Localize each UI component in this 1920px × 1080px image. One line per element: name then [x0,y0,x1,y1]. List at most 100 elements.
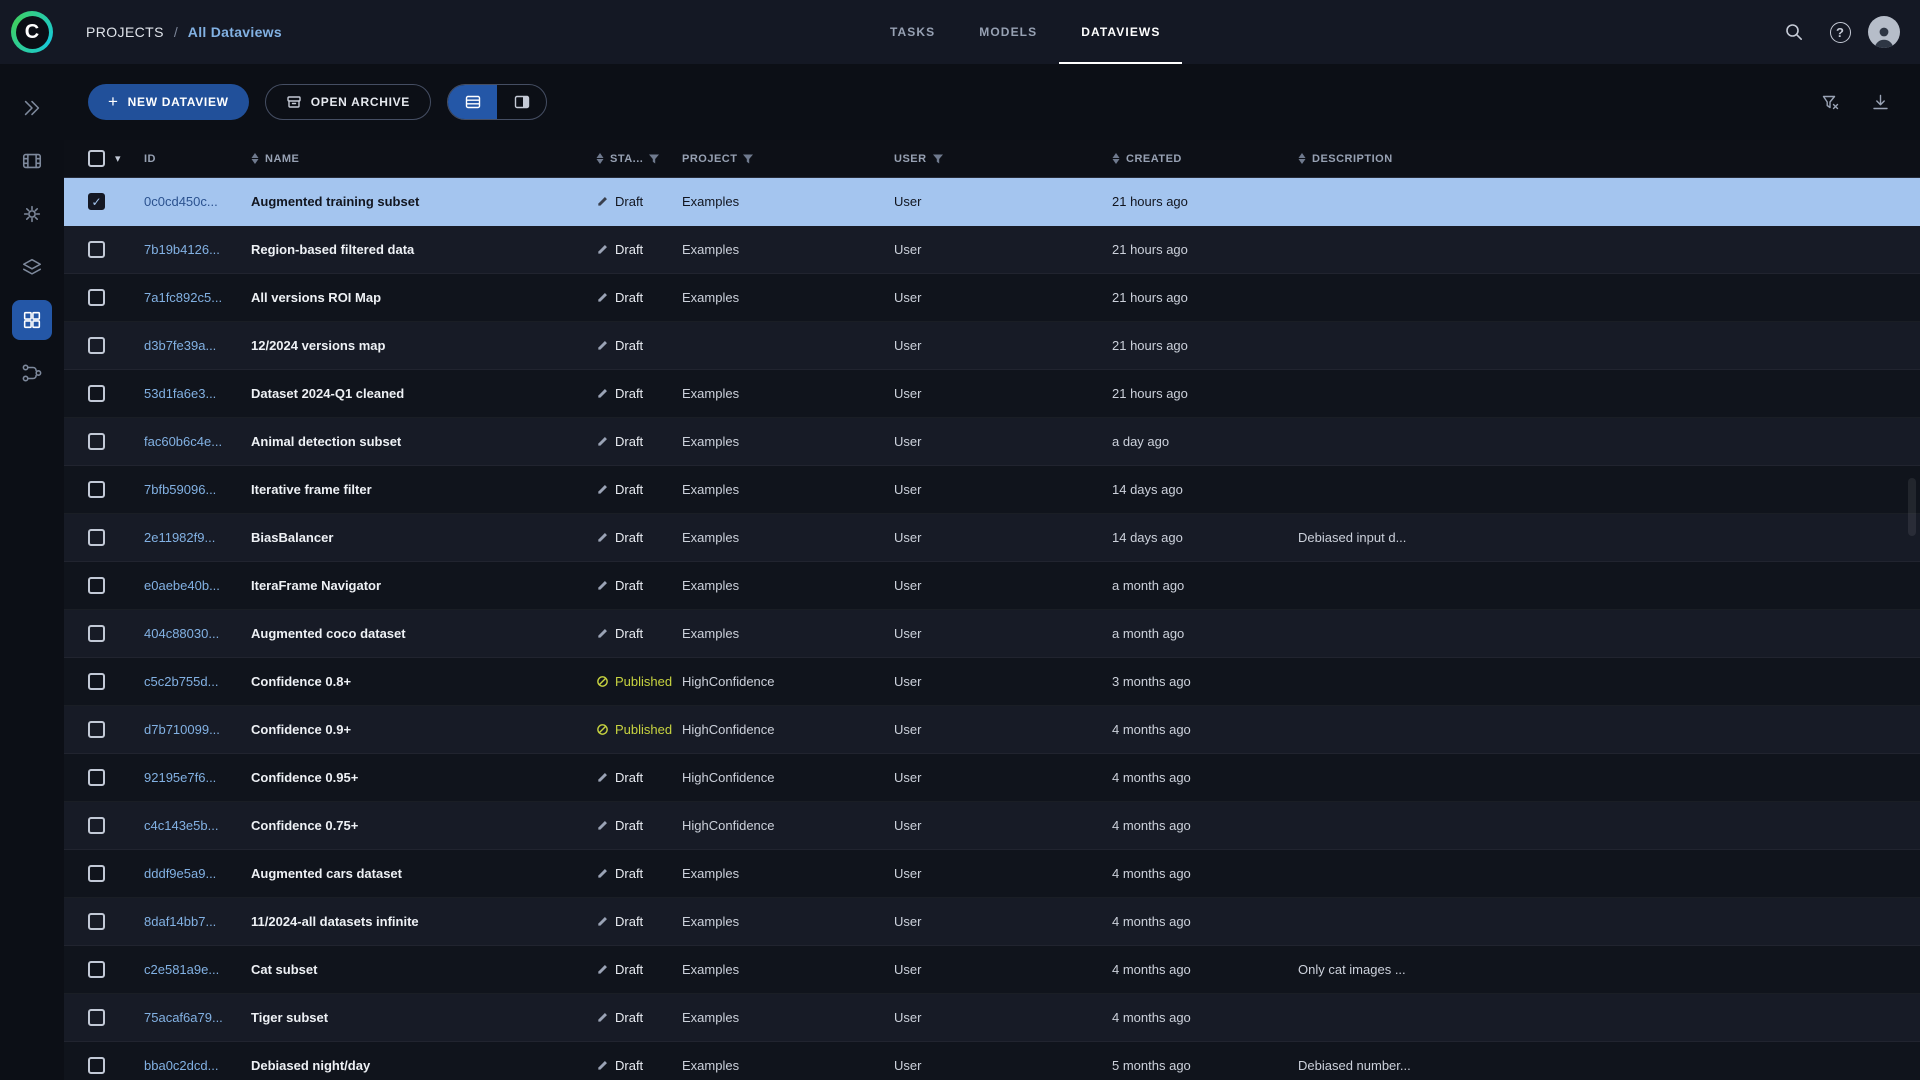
open-archive-button[interactable]: OPEN ARCHIVE [264,84,432,120]
row-checkbox[interactable] [88,625,105,642]
row-checkbox[interactable] [88,721,105,738]
table-row[interactable]: fac60b6c4e... Animal detection subset Dr… [64,418,1920,466]
table-row[interactable]: bba0c2dcd... Debiased night/day Draft Ex… [64,1042,1920,1080]
row-checkbox[interactable] [88,961,105,978]
row-checkbox[interactable] [88,769,105,786]
row-checkbox[interactable] [88,481,105,498]
row-checkbox[interactable] [88,865,105,882]
row-user: User [894,290,922,305]
row-id[interactable]: c4c143e5b... [144,818,251,833]
table-row[interactable]: 7b19b4126... Region-based filtered data … [64,226,1920,274]
row-id[interactable]: e0aebe40b... [144,578,251,593]
tab-models[interactable]: MODELS [957,0,1059,64]
row-checkbox[interactable] [88,529,105,546]
row-checkbox[interactable] [88,289,105,306]
row-checkbox[interactable] [88,577,105,594]
row-created: 21 hours ago [1112,338,1188,353]
filter-clear-icon [1821,93,1840,112]
table-row[interactable]: 2e11982f9... BiasBalancer Draft Examples… [64,514,1920,562]
row-user: User [894,530,922,545]
filter-icon[interactable] [649,154,660,164]
sort-icon[interactable] [251,153,259,164]
breadcrumb-projects[interactable]: PROJECTS [86,24,164,40]
search-button[interactable] [1776,14,1812,50]
split-view-button[interactable] [497,85,546,119]
app-logo[interactable]: C [0,11,64,53]
table-row[interactable]: 404c88030... Augmented coco dataset Draf… [64,610,1920,658]
sort-icon[interactable] [596,153,604,164]
column-header-user[interactable]: USER [894,153,1112,165]
row-checkbox[interactable] [88,433,105,450]
row-id[interactable]: fac60b6c4e... [144,434,251,449]
table-row[interactable]: d3b7fe39a... 12/2024 versions map Draft … [64,322,1920,370]
select-all-checkbox[interactable] [88,150,105,167]
row-id[interactable]: 2e11982f9... [144,530,251,545]
table-row[interactable]: 7bfb59096... Iterative frame filter Draf… [64,466,1920,514]
table-view-button[interactable] [448,85,498,119]
column-header-project[interactable]: PROJECT [682,153,894,165]
table-row[interactable]: 8daf14bb7... 11/2024-all datasets infini… [64,898,1920,946]
sidebar-item-workers[interactable] [12,194,52,234]
tab-dataviews[interactable]: DATAVIEWS [1059,0,1183,64]
sort-icon[interactable] [1112,153,1120,164]
row-checkbox[interactable] [88,1009,105,1026]
row-id[interactable]: c5c2b755d... [144,674,251,689]
table-row[interactable]: c4c143e5b... Confidence 0.75+ Draft High… [64,802,1920,850]
draft-pencil-icon [596,195,609,208]
row-checkbox[interactable] [88,385,105,402]
row-checkbox[interactable] [88,817,105,834]
column-header-status[interactable]: STA... [596,153,682,165]
table-row[interactable]: c5c2b755d... Confidence 0.8+ Published H… [64,658,1920,706]
select-dropdown-caret-icon[interactable]: ▾ [115,152,121,165]
row-checkbox[interactable] [88,241,105,258]
table-row[interactable]: 75acaf6a79... Tiger subset Draft Example… [64,994,1920,1042]
row-id[interactable]: 8daf14bb7... [144,914,251,929]
row-id[interactable]: 7b19b4126... [144,242,251,257]
table-row[interactable]: dddf9e5a9... Augmented cars dataset Draf… [64,850,1920,898]
sidebar-item-frames[interactable] [12,141,52,181]
row-checkbox[interactable] [88,1057,105,1074]
row-checkbox[interactable]: ✓ [88,193,105,210]
row-id[interactable]: c2e581a9e... [144,962,251,977]
row-checkbox[interactable] [88,337,105,354]
table-row[interactable]: 53d1fa6e3... Dataset 2024-Q1 cleaned Dra… [64,370,1920,418]
sidebar-item-dataviews[interactable] [12,300,52,340]
tab-tasks[interactable]: TASKS [868,0,957,64]
column-header-name[interactable]: NAME [251,153,596,165]
scrollbar-thumb[interactable] [1908,478,1916,536]
help-button[interactable]: ? [1822,14,1858,50]
row-id[interactable]: d7b710099... [144,722,251,737]
row-id[interactable]: d3b7fe39a... [144,338,251,353]
sidebar-item-datasets[interactable] [12,247,52,287]
row-id[interactable]: 92195e7f6... [144,770,251,785]
filter-icon[interactable] [743,154,754,164]
clear-filters-button[interactable] [1812,84,1848,120]
table-row[interactable]: 7a1fc892c5... All versions ROI Map Draft… [64,274,1920,322]
row-name: Debiased night/day [251,1058,371,1073]
row-id[interactable]: 75acaf6a79... [144,1010,251,1025]
table-row[interactable]: e0aebe40b... IteraFrame Navigator Draft … [64,562,1920,610]
row-id[interactable]: 404c88030... [144,626,251,641]
row-id[interactable]: 53d1fa6e3... [144,386,251,401]
row-checkbox[interactable] [88,913,105,930]
row-id[interactable]: 7bfb59096... [144,482,251,497]
column-header-id[interactable]: ID [144,153,251,165]
column-header-created[interactable]: CREATED [1112,153,1298,165]
table-row[interactable]: c2e581a9e... Cat subset Draft Examples U… [64,946,1920,994]
column-header-description[interactable]: DESCRIPTION [1298,153,1920,165]
user-avatar[interactable] [1868,16,1900,48]
sort-icon[interactable] [1298,153,1306,164]
table-row[interactable]: d7b710099... Confidence 0.9+ Published H… [64,706,1920,754]
download-button[interactable] [1862,84,1898,120]
row-id[interactable]: bba0c2dcd... [144,1058,251,1073]
table-row[interactable]: ✓ 0c0cd450c... Augmented training subset… [64,178,1920,226]
new-dataview-button[interactable]: + NEW DATAVIEW [88,84,249,120]
sidebar-item-projects[interactable] [12,88,52,128]
table-row[interactable]: 92195e7f6... Confidence 0.95+ Draft High… [64,754,1920,802]
filter-icon[interactable] [932,154,943,164]
row-id[interactable]: dddf9e5a9... [144,866,251,881]
row-id[interactable]: 7a1fc892c5... [144,290,251,305]
row-checkbox[interactable] [88,673,105,690]
sidebar-item-pipelines[interactable] [12,353,52,393]
row-id[interactable]: 0c0cd450c... [144,194,251,209]
